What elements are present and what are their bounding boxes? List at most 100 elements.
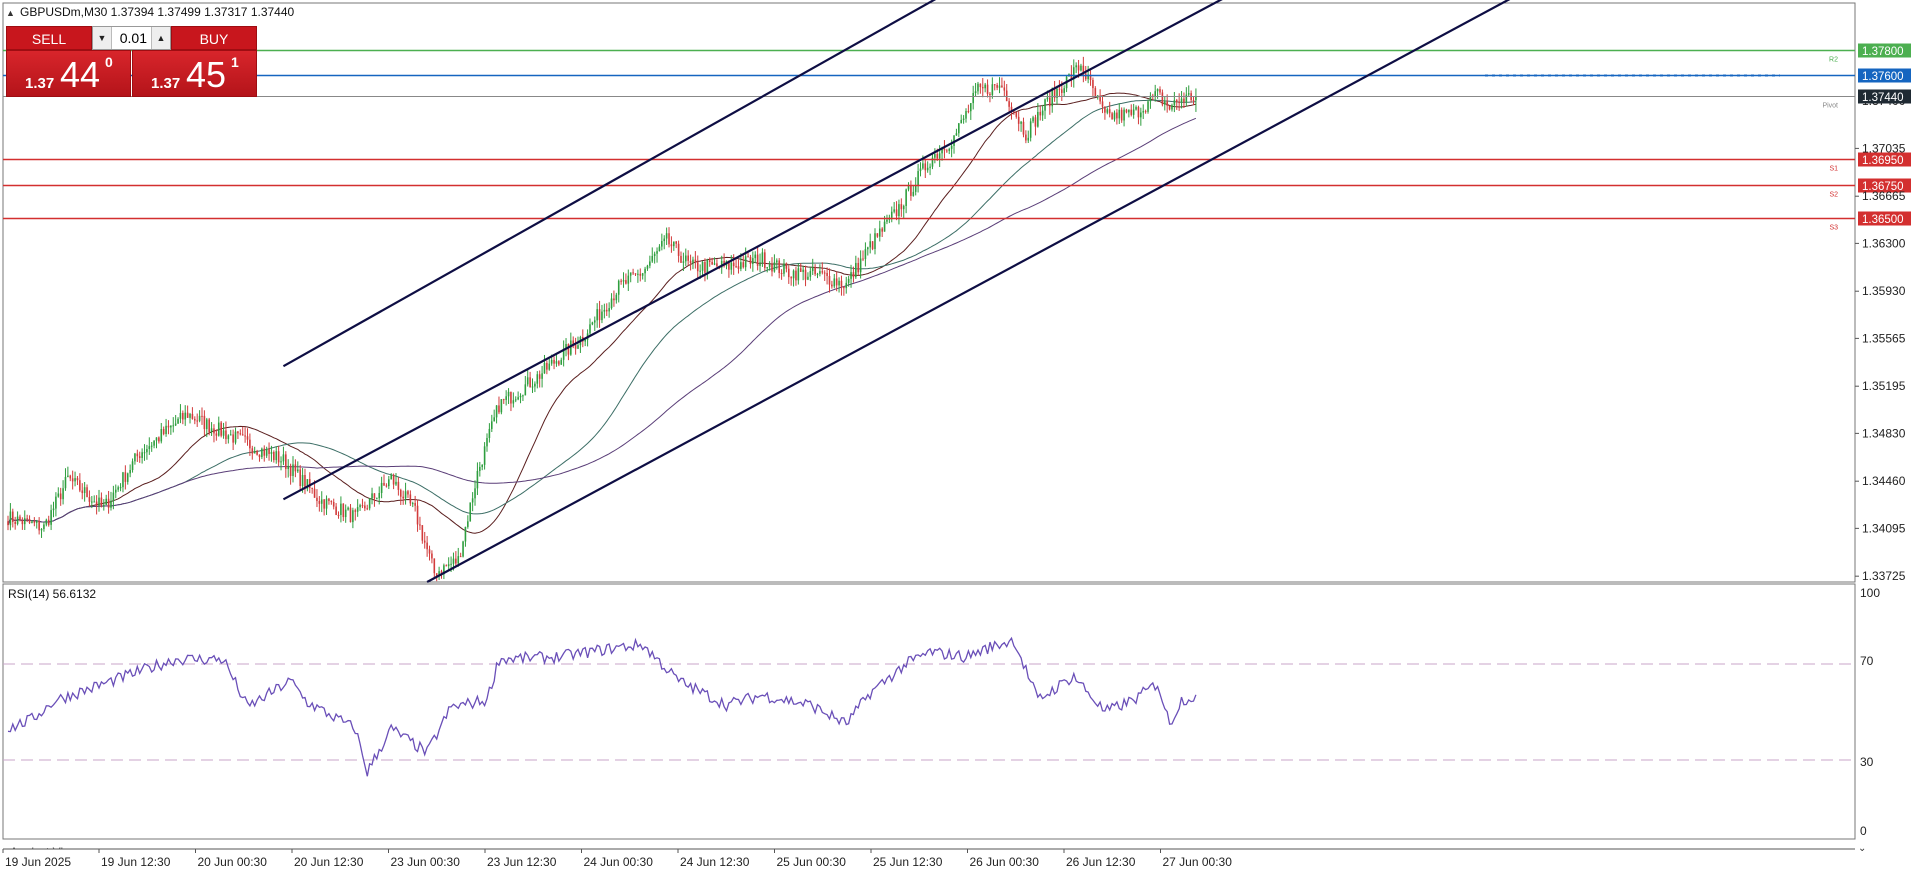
candle [701, 261, 704, 276]
candle-body [910, 185, 912, 196]
candle [253, 446, 256, 454]
candle [792, 269, 795, 287]
chart-window[interactable]: R2 1.37800 1.37600 Pivot S1 1.36950 S2 1.36750 S… [0, 0, 1916, 874]
candle-body [1080, 65, 1082, 71]
candle [416, 499, 419, 532]
candle [43, 522, 45, 532]
candle [330, 500, 333, 505]
candle [996, 82, 998, 91]
candle-body [146, 449, 148, 453]
candle [289, 463, 292, 485]
sell-price-button[interactable]: 1.37 44 0 [6, 50, 131, 97]
candle [1187, 85, 1190, 97]
buy-price-fraction: 1 [231, 54, 239, 70]
subwindow-scroll-icon[interactable]: ⌄ [1858, 843, 1866, 854]
candle [399, 488, 402, 506]
candle [1108, 101, 1111, 118]
candle [162, 426, 165, 436]
buy-price-button[interactable]: 1.37 45 1 [132, 50, 257, 97]
candle-body [783, 263, 785, 274]
candle [64, 468, 67, 491]
candle-body [407, 491, 409, 495]
chart-menu-icon[interactable]: ▲ [6, 8, 15, 18]
candle [167, 420, 170, 435]
lot-increase-icon[interactable]: ▲ [151, 27, 170, 49]
candle-body [668, 233, 670, 245]
candle-body [651, 255, 654, 262]
candle [608, 302, 610, 318]
candle-body [711, 261, 713, 265]
candle-body [960, 119, 963, 124]
candle-body [663, 238, 666, 242]
price-axis-label: 1.36300 [1862, 236, 1906, 250]
candle-body [617, 280, 620, 295]
candle-body [1142, 111, 1145, 113]
candle [1161, 89, 1164, 107]
buy-button[interactable]: BUY [171, 26, 257, 50]
candle [411, 501, 414, 508]
candle [878, 220, 881, 242]
candle-body [237, 431, 239, 434]
candle [864, 242, 867, 267]
candle [50, 504, 52, 531]
candle-body [689, 260, 692, 263]
lot-size-input[interactable] [112, 27, 151, 49]
candle-body [706, 260, 709, 273]
candle-body [934, 154, 936, 158]
candle [704, 258, 706, 282]
candle-body [608, 308, 610, 312]
candle [1003, 80, 1006, 97]
candle [867, 246, 869, 256]
symbol-info-text: GBPUSDm,M30 1.37394 1.37499 1.37317 1.37… [20, 5, 295, 19]
candle [706, 258, 709, 280]
candle [816, 272, 819, 279]
candle [220, 421, 222, 438]
candle-body [462, 541, 464, 557]
candle [773, 254, 776, 273]
candle-body [840, 280, 843, 287]
candle-body [356, 507, 359, 512]
candle-body [419, 524, 421, 526]
candle [1087, 65, 1089, 84]
time-axis-label: 26 Jun 12:30 [1066, 855, 1136, 869]
candle-body [203, 415, 206, 430]
candle-body [821, 271, 824, 273]
candle [601, 304, 603, 324]
candle [1072, 59, 1075, 88]
candle-body [553, 359, 555, 364]
candle [615, 292, 618, 304]
candle [548, 358, 551, 371]
candle [881, 227, 883, 238]
candle-body [622, 280, 625, 282]
lot-decrease-icon[interactable]: ▼ [93, 27, 112, 49]
candle [486, 433, 488, 452]
candle-body [610, 298, 613, 309]
candle-body [162, 429, 165, 435]
channel-line-upper[interactable] [282, 0, 949, 368]
candle-body [524, 384, 527, 396]
candle [388, 475, 390, 490]
candle-body [1017, 116, 1020, 124]
candle-body [457, 556, 460, 564]
candle [1084, 65, 1087, 81]
candle-body [598, 309, 601, 321]
candle [637, 269, 639, 283]
candle-body [98, 497, 100, 506]
candle-body [395, 481, 397, 485]
candle-body [632, 272, 634, 274]
candle-body [1094, 88, 1097, 97]
candle [201, 407, 203, 425]
time-axis-label: 19 Jun 12:30 [101, 855, 171, 869]
sell-button[interactable]: SELL [6, 26, 92, 50]
candle-body [670, 244, 673, 247]
price-chart[interactable]: R21.378001.37600PivotS11.36950S21.36750S… [0, 0, 1916, 874]
candle [227, 434, 230, 444]
lot-size-control[interactable]: ▼ ▲ [92, 26, 171, 50]
sell-price-fraction: 0 [105, 54, 113, 70]
candle-body [361, 505, 364, 507]
candle [390, 473, 392, 480]
candle [55, 492, 57, 517]
candle-body [749, 257, 752, 264]
candle-body [280, 461, 282, 463]
candle-body [986, 84, 989, 94]
